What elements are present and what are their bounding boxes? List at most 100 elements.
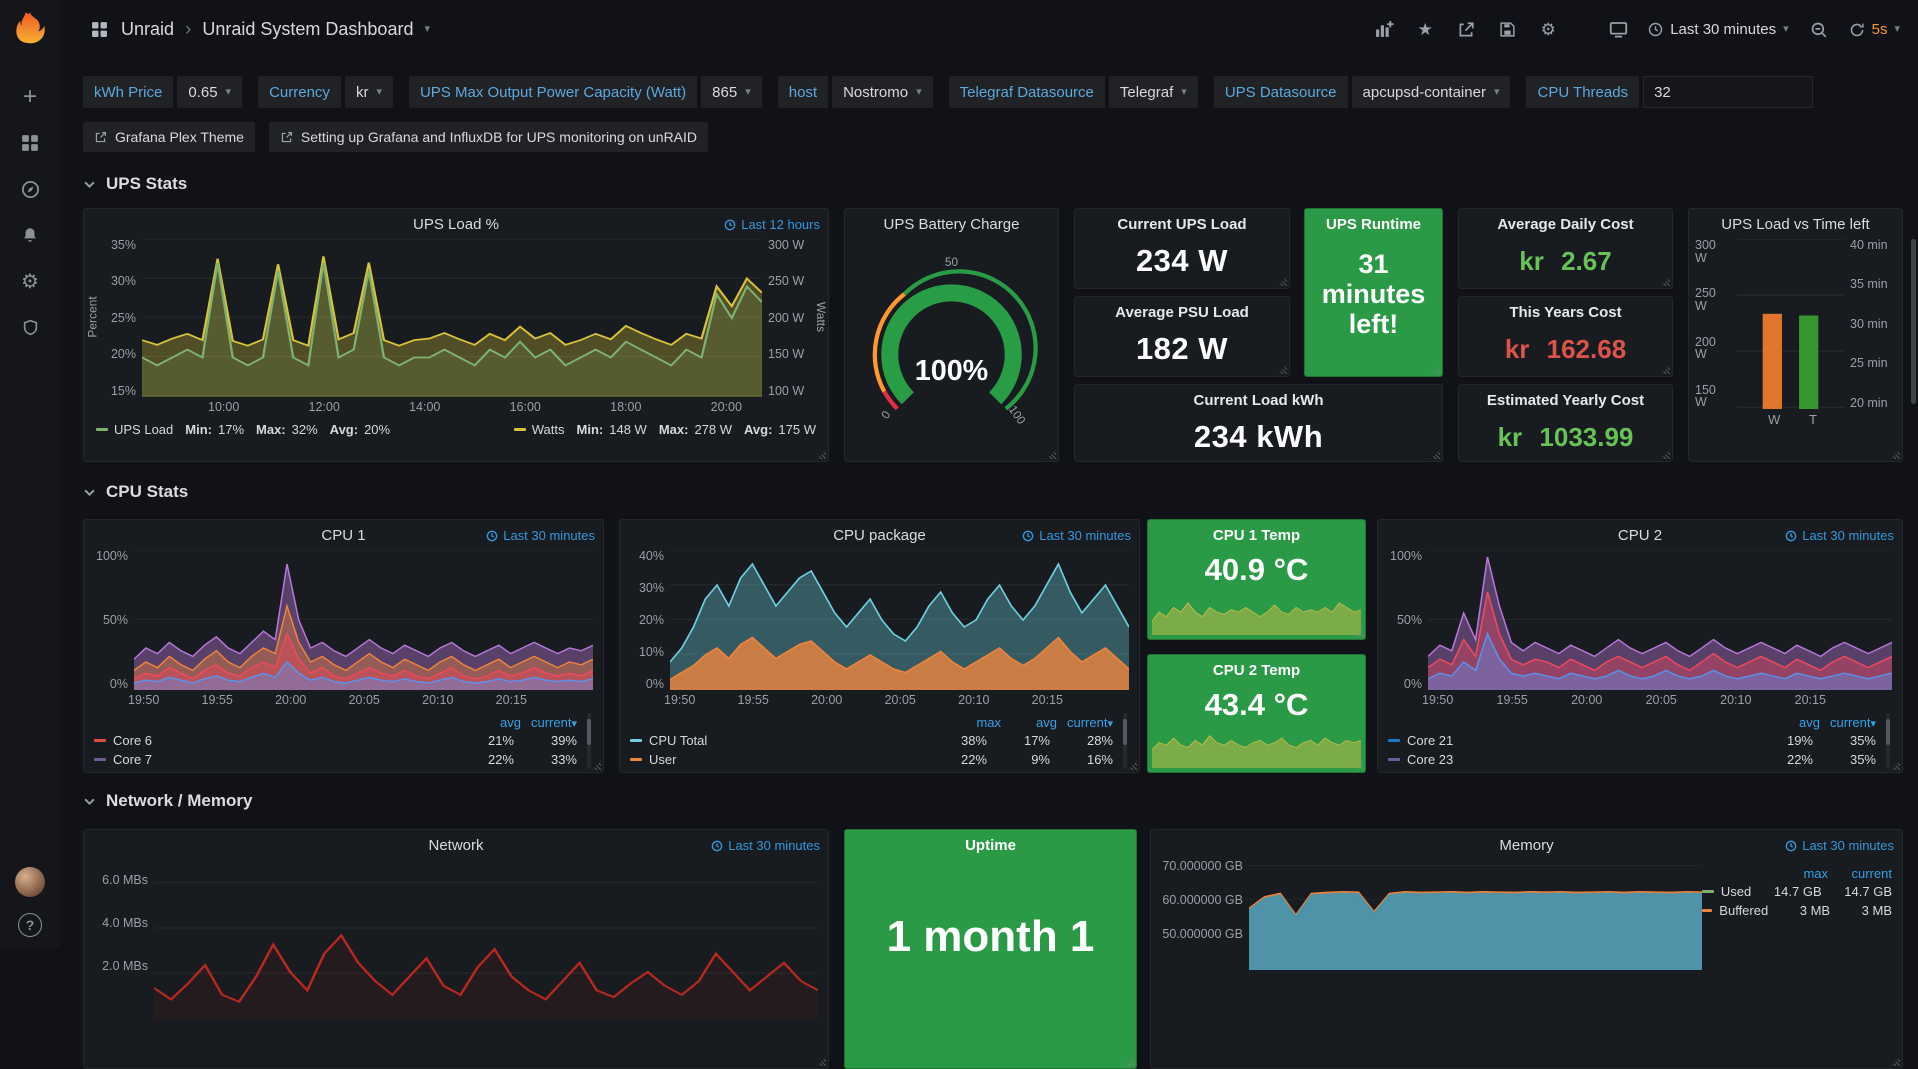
save-icon[interactable]: [1496, 19, 1518, 41]
add-panel-icon[interactable]: [1373, 19, 1395, 41]
series-marker: [1702, 890, 1714, 893]
network-chart[interactable]: [154, 860, 818, 1020]
panel-title[interactable]: Memory: [1499, 837, 1553, 854]
page-scrollbar[interactable]: [1911, 239, 1916, 404]
dashboard-link[interactable]: Setting up Grafana and InfluxDB for UPS …: [269, 122, 708, 152]
legend-series-name[interactable]: Used: [1721, 884, 1751, 899]
panel-title[interactable]: Average PSU Load: [1115, 304, 1249, 321]
cpu-threads-input[interactable]: [1643, 76, 1813, 108]
legend-sort-column[interactable]: current▾: [1057, 715, 1113, 730]
panel-title[interactable]: CPU 1 Temp: [1213, 527, 1300, 544]
panel-title[interactable]: Current Load kWh: [1194, 392, 1324, 409]
legend-series-name[interactable]: Core 21: [1407, 733, 1750, 748]
axis-tick: 40%: [639, 550, 664, 563]
user-avatar[interactable]: [15, 867, 45, 897]
legend-series[interactable]: Watts Min:148 W Max:278 W Avg:175 W: [514, 422, 816, 437]
cpu-package-chart[interactable]: [670, 550, 1129, 690]
time-range-label: Last 30 minutes: [1670, 21, 1776, 38]
panel-ups-battery-charge: UPS Battery Charge 050100100%: [844, 208, 1059, 462]
ups-load-chart[interactable]: [142, 239, 762, 397]
configuration-gear-icon[interactable]: ⚙: [0, 258, 60, 304]
legend-series-name[interactable]: Core 7: [113, 752, 451, 767]
axis-tick: 50%: [103, 614, 128, 627]
variable-value-dropdown[interactable]: Nostromo▾: [832, 76, 933, 108]
variable-value-dropdown[interactable]: apcupsd-container▾: [1352, 76, 1511, 108]
legend-scrollbar[interactable]: [1886, 713, 1890, 769]
legend-series-name[interactable]: Buffered: [1719, 903, 1768, 918]
panel-title[interactable]: This Years Cost: [1509, 304, 1621, 321]
dashboard-settings-gear-icon[interactable]: ⚙: [1537, 19, 1559, 41]
legend-sort-column[interactable]: avg: [1764, 715, 1820, 730]
zoom-out-icon[interactable]: [1808, 19, 1830, 41]
panel-title[interactable]: CPU 1: [321, 527, 365, 544]
legend-sort-column[interactable]: current▾: [521, 715, 577, 730]
star-icon[interactable]: ★: [1414, 19, 1436, 41]
legend-series-name[interactable]: CPU Total: [649, 733, 924, 748]
cpu1-chart[interactable]: [134, 550, 593, 690]
legend-scrollbar[interactable]: [1123, 713, 1127, 769]
legend-series[interactable]: UPS Load Min:17% Max:32% Avg:20%: [96, 422, 390, 437]
legend-sort-column[interactable]: max: [945, 715, 1001, 730]
panel-title[interactable]: CPU package: [833, 527, 926, 544]
axis-tick: 20 min: [1850, 397, 1888, 410]
cpu1-temp-sparkline: [1152, 589, 1361, 635]
panel-title[interactable]: UPS Load vs Time left: [1721, 216, 1869, 233]
variable-value-dropdown[interactable]: Telegraf▾: [1109, 76, 1198, 108]
cpu2-chart[interactable]: [1428, 550, 1892, 690]
legend-sort-column[interactable]: current▾: [1820, 715, 1876, 730]
legend-value: 17%: [994, 733, 1050, 748]
caret-down-icon[interactable]: ▾: [424, 24, 430, 35]
help-icon[interactable]: ?: [18, 913, 42, 937]
legend-sort-column[interactable]: avg: [465, 715, 521, 730]
dashboard-title[interactable]: Unraid System Dashboard: [202, 19, 413, 40]
panel-title[interactable]: UPS Load %: [413, 216, 499, 233]
panel-title[interactable]: CPU 2 Temp: [1213, 662, 1300, 679]
panel-title[interactable]: Current UPS Load: [1117, 216, 1246, 233]
tv-cycle-icon[interactable]: [1607, 19, 1629, 41]
breadcrumb-app[interactable]: Unraid: [121, 19, 174, 40]
legend-sort-column[interactable]: max: [1764, 866, 1828, 881]
ups-load-vs-time-chart[interactable]: [1737, 239, 1844, 409]
axis-tick: 19:55: [1497, 693, 1528, 707]
stat-value: kr 2.67: [1459, 246, 1672, 277]
panel-title[interactable]: Network: [428, 837, 483, 854]
section-ups-stats[interactable]: UPS Stats: [83, 174, 187, 194]
dashboards-icon[interactable]: [0, 120, 60, 166]
legend-series-name[interactable]: Core 6: [113, 733, 451, 748]
memory-chart[interactable]: [1249, 860, 1702, 970]
variable-value-dropdown[interactable]: kr▾: [345, 76, 393, 108]
variable-host: host Nostromo▾: [778, 76, 933, 108]
legend-series-name[interactable]: User: [649, 752, 924, 767]
legend-series-name[interactable]: Core 23: [1407, 752, 1750, 767]
sort-caret-icon: ▾: [571, 718, 577, 730]
variable-value-dropdown[interactable]: 0.65▾: [177, 76, 242, 108]
explore-compass-icon[interactable]: [0, 166, 60, 212]
axis-tick: 0%: [1404, 678, 1422, 691]
panel-title[interactable]: Uptime: [965, 837, 1016, 854]
dashboard-grid-icon[interactable]: [88, 19, 110, 41]
variable-value-dropdown[interactable]: 865▾: [701, 76, 762, 108]
refresh-picker[interactable]: 5s ▾: [1849, 21, 1900, 38]
grafana-logo-icon[interactable]: [11, 10, 49, 48]
panel-title[interactable]: CPU 2: [1618, 527, 1662, 544]
dashboard-link[interactable]: Grafana Plex Theme: [83, 122, 255, 152]
share-icon[interactable]: [1455, 19, 1477, 41]
legend-sort-column[interactable]: avg: [1001, 715, 1057, 730]
server-admin-shield-icon[interactable]: [0, 304, 60, 350]
panel-title[interactable]: Average Daily Cost: [1497, 216, 1633, 233]
panel-title[interactable]: Estimated Yearly Cost: [1487, 392, 1644, 409]
add-icon[interactable]: +: [0, 74, 60, 120]
time-picker[interactable]: Last 30 minutes ▾: [1648, 21, 1788, 38]
clock-icon: [711, 840, 723, 852]
panel-current-load-kwh: Current Load kWh 234 kWh: [1074, 384, 1443, 462]
section-cpu-stats[interactable]: CPU Stats: [83, 482, 188, 502]
stat-value: kr 162.68: [1459, 334, 1672, 365]
legend-sort-column[interactable]: current: [1828, 866, 1892, 881]
legend-scrollbar[interactable]: [587, 713, 591, 769]
series-marker: [1388, 758, 1400, 761]
panel-title[interactable]: UPS Battery Charge: [884, 216, 1020, 233]
alerting-bell-icon[interactable]: [0, 212, 60, 258]
section-network-memory[interactable]: Network / Memory: [83, 791, 252, 811]
x-axis: 19:50 19:55 20:00 20:05 20:10 20:15: [128, 690, 527, 710]
panel-title[interactable]: UPS Runtime: [1326, 216, 1421, 233]
